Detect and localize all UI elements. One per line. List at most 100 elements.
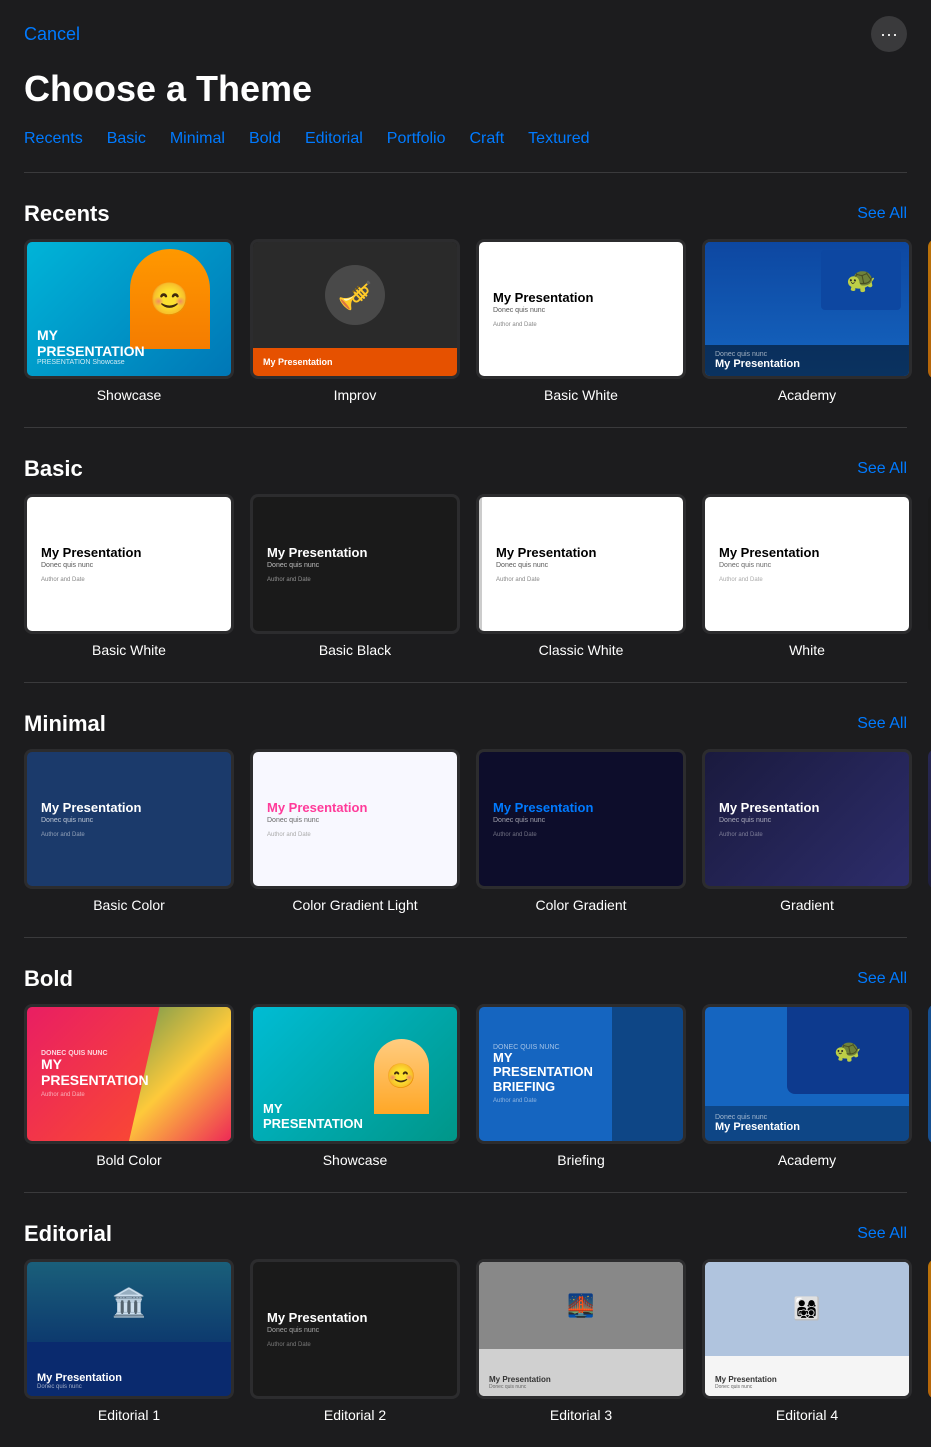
tab-editorial[interactable]: Editorial xyxy=(305,126,363,152)
theme-card-editorial4[interactable]: 👨‍👩‍👧‍👦 My Presentation Donec quis nunc … xyxy=(702,1259,912,1423)
bold-color-sub: Author and Date xyxy=(41,1092,217,1098)
slide-basic-white: My Presentation Donec quis nunc Author a… xyxy=(479,242,683,376)
theme-card-bold-showcase[interactable]: 😊 MYPRESENTATION Showcase xyxy=(250,1004,460,1168)
section-header-basic: Basic See All xyxy=(0,444,931,494)
see-all-bold[interactable]: See All xyxy=(857,970,907,988)
editorial2-sub: Donec quis nunc xyxy=(267,1327,443,1334)
slide-title-bb: My Presentation xyxy=(267,545,443,561)
cancel-button[interactable]: Cancel xyxy=(24,24,80,45)
tab-minimal[interactable]: Minimal xyxy=(170,126,225,152)
section-title-recents: Recents xyxy=(24,201,110,227)
slide-subtitle-cg: Donec quis nunc xyxy=(493,817,669,824)
thumb-briefing: Donec quis nunc MYPRESENTATIONBriefing A… xyxy=(476,1004,686,1144)
theme-card-academy-recents[interactable]: 🐢 Donec quis nunc My Presentation Academ… xyxy=(702,239,912,403)
thumb-bold-color: DONEC QUIS NUNC MYPRESENTATION Author an… xyxy=(24,1004,234,1144)
improv-bar-text: My Presentation xyxy=(263,357,333,367)
theme-card-color-gradient[interactable]: My Presentation Donec quis nunc Author a… xyxy=(476,749,686,913)
theme-card-showcase-recents[interactable]: 😊 MYPRESENTATION PRESENTATION Showcase S… xyxy=(24,239,234,403)
theme-label-white: White xyxy=(702,642,912,658)
theme-card-basic-black[interactable]: My Presentation Donec quis nunc Author a… xyxy=(250,494,460,658)
bold-color-small: DONEC QUIS NUNC xyxy=(41,1050,217,1057)
slide-subtitle-bw: Donec quis nunc xyxy=(41,562,217,569)
editorial4-sub: Donec quis nunc xyxy=(715,1384,899,1390)
slide-bold-academy: 🐢 Donec quis nunc My Presentation xyxy=(705,1007,909,1141)
briefing-title-text: MYPRESENTATIONBriefing xyxy=(493,1051,669,1094)
theme-card-improv[interactable]: 🎺 My Presentation Improv xyxy=(250,239,460,403)
slide-bold-showcase: 😊 MYPRESENTATION xyxy=(253,1007,457,1141)
more-icon: ··· xyxy=(880,24,898,45)
thumb-academy-recents: 🐢 Donec quis nunc My Presentation xyxy=(702,239,912,379)
see-all-minimal[interactable]: See All xyxy=(857,715,907,733)
theme-card-briefing[interactable]: Donec quis nunc MYPRESENTATIONBriefing A… xyxy=(476,1004,686,1168)
slide-title-bw: My Presentation xyxy=(41,545,217,561)
thumb-bold-showcase: 😊 MYPRESENTATION xyxy=(250,1004,460,1144)
tab-craft[interactable]: Craft xyxy=(470,126,505,152)
academy-turtle-icon: 🐢 xyxy=(821,250,901,310)
theme-label-bold-color: Bold Color xyxy=(24,1152,234,1168)
thumb-classic-white: My Presentation Donec quis nunc Author a… xyxy=(476,494,686,634)
theme-card-editorial3[interactable]: 🌉 My Presentation Donec quis nunc Editor… xyxy=(476,1259,686,1423)
see-all-editorial[interactable]: See All xyxy=(857,1225,907,1243)
editorial2-title: My Presentation xyxy=(267,1310,443,1326)
theme-card-basic-color[interactable]: My Presentation Donec quis nunc Author a… xyxy=(24,749,234,913)
theme-card-color-gradient-light[interactable]: My Presentation Donec quis nunc Author a… xyxy=(250,749,460,913)
theme-card-bold-academy[interactable]: 🐢 Donec quis nunc My Presentation Academ… xyxy=(702,1004,912,1168)
thumb-editorial1: 🏛️ My Presentation Donec quis nunc xyxy=(24,1259,234,1399)
theme-card-white[interactable]: My Presentation Donec quis nunc Author a… xyxy=(702,494,912,658)
slide-editorial4: 👨‍👩‍👧‍👦 My Presentation Donec quis nunc xyxy=(705,1262,909,1396)
theme-card-editorial1[interactable]: 🏛️ My Presentation Donec quis nunc Edito… xyxy=(24,1259,234,1423)
tab-bold[interactable]: Bold xyxy=(249,126,281,152)
thumb-basic-white-recents: My Presentation Donec quis nunc Author a… xyxy=(476,239,686,379)
theme-label-bold-showcase: Showcase xyxy=(250,1152,460,1168)
theme-card-gradient[interactable]: My Presentation Donec quis nunc Author a… xyxy=(702,749,912,913)
theme-label-improv: Improv xyxy=(250,387,460,403)
editorial3-text: My Presentation Donec quis nunc xyxy=(479,1369,683,1396)
slide-author-cw: Author and Date xyxy=(496,577,669,583)
slide-color-gradient: My Presentation Donec quis nunc Author a… xyxy=(479,752,683,886)
slide-subtitle-text: Donec quis nunc xyxy=(493,307,669,314)
more-options-button[interactable]: ··· xyxy=(871,16,907,52)
tab-textured[interactable]: Textured xyxy=(528,126,589,152)
bold-showcase-person-area: 😊 xyxy=(355,1007,447,1114)
slide-author-text: Author and Date xyxy=(493,322,669,328)
theme-label-academy-recents: Academy xyxy=(702,387,912,403)
bold-academy-title: My Presentation xyxy=(715,1121,899,1133)
theme-card-classic-white[interactable]: My Presentation Donec quis nunc Author a… xyxy=(476,494,686,658)
theme-label-basic-white: Basic White xyxy=(24,642,234,658)
editorial1-text: My Presentation Donec quis nunc xyxy=(27,1366,231,1396)
briefing-author: Author and Date xyxy=(493,1098,669,1104)
slide-title-cw: My Presentation xyxy=(496,545,669,561)
theme-card-editorial2[interactable]: My Presentation Donec quis nunc Author a… xyxy=(250,1259,460,1423)
theme-card-bold-color[interactable]: DONEC QUIS NUNC MYPRESENTATION Author an… xyxy=(24,1004,234,1168)
theme-label-editorial3: Editorial 3 xyxy=(476,1407,686,1423)
editorial1-sub: Donec quis nunc xyxy=(37,1384,221,1390)
theme-label-editorial2: Editorial 2 xyxy=(250,1407,460,1423)
section-title-minimal: Minimal xyxy=(24,711,106,737)
showcase-slide-title: MYPRESENTATION xyxy=(37,328,145,359)
divider-basic xyxy=(24,427,907,428)
section-header-minimal: Minimal See All xyxy=(0,699,931,749)
tab-basic[interactable]: Basic xyxy=(107,126,146,152)
tab-portfolio[interactable]: Portfolio xyxy=(387,126,446,152)
theme-label-gradient: Gradient xyxy=(702,897,912,913)
divider-recents xyxy=(24,172,907,173)
bold-showcase-figure: 😊 xyxy=(374,1039,429,1114)
thumb-basic-white: My Presentation Donec quis nunc Author a… xyxy=(24,494,234,634)
slide-author-w: Author and Date xyxy=(719,577,895,583)
academy-text-top: Donec quis nunc xyxy=(715,351,899,358)
see-all-recents[interactable]: See All xyxy=(857,205,907,223)
basic-scroll-row: My Presentation Donec quis nunc Author a… xyxy=(0,494,931,674)
section-header-editorial: Editorial See All xyxy=(0,1209,931,1259)
tab-recents[interactable]: Recents xyxy=(24,126,83,152)
see-all-basic[interactable]: See All xyxy=(857,460,907,478)
slide-title-w: My Presentation xyxy=(719,545,895,561)
theme-card-basic-white[interactable]: My Presentation Donec quis nunc Author a… xyxy=(24,494,234,658)
showcase-text: MYPRESENTATION PRESENTATION Showcase xyxy=(37,328,145,366)
briefing-small-text: Donec quis nunc xyxy=(493,1044,669,1051)
minimal-scroll-row: My Presentation Donec quis nunc Author a… xyxy=(0,749,931,929)
theme-label-showcase-recents: Showcase xyxy=(24,387,234,403)
thumb-improv: 🎺 My Presentation xyxy=(250,239,460,379)
editorial-scroll-row: 🏛️ My Presentation Donec quis nunc Edito… xyxy=(0,1259,931,1439)
theme-card-basic-white-recents[interactable]: My Presentation Donec quis nunc Author a… xyxy=(476,239,686,403)
slide-author-cgl: Author and Date xyxy=(267,832,443,838)
